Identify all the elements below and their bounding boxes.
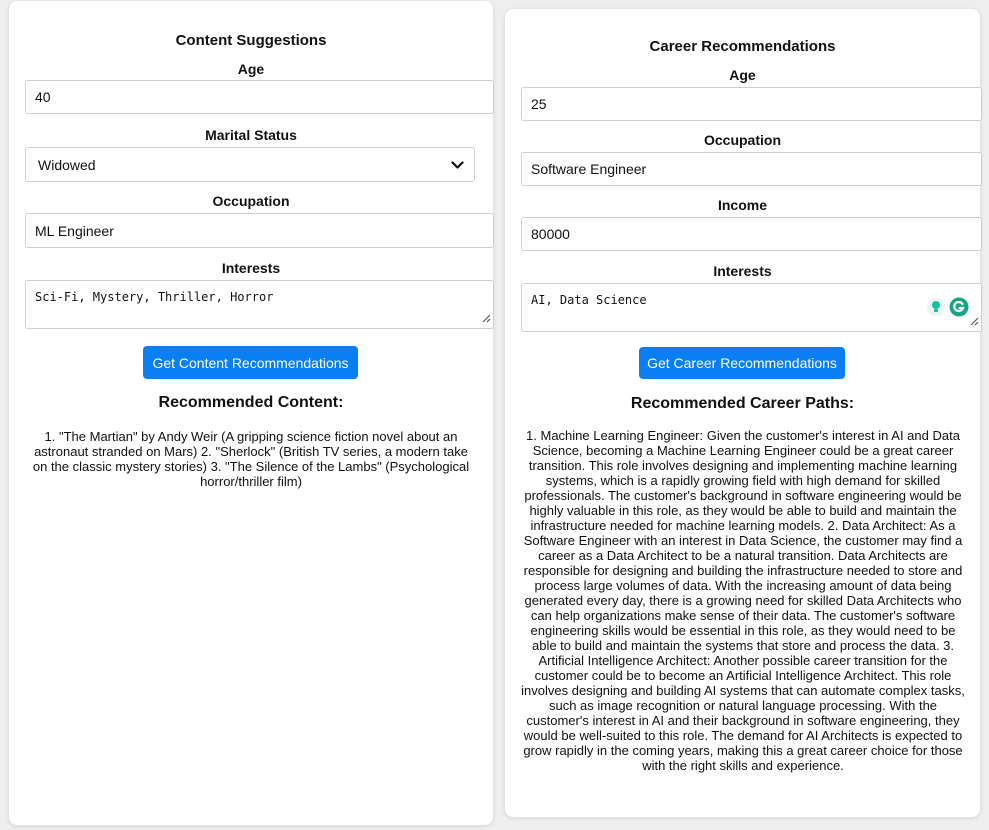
occupation-label: Occupation: [212, 193, 290, 209]
chevron-down-icon: [451, 157, 464, 173]
age-input-value: 25: [531, 96, 547, 112]
interests-textarea-value: Sci-Fi, Mystery, Thriller, Horror: [35, 290, 274, 304]
recommended-content-heading: Recommended Content:: [158, 394, 344, 411]
income-input[interactable]: 80000: [521, 217, 982, 251]
age-input[interactable]: 40: [25, 80, 494, 114]
resize-grip-icon[interactable]: [969, 315, 979, 329]
interests-label: Interests: [713, 263, 772, 279]
occupation-input-value: ML Engineer: [35, 222, 114, 239]
recommended-career-paths-text: 1. Machine Learning Engineer: Given the …: [521, 428, 965, 773]
content-suggestions-title: Content Suggestions: [175, 32, 327, 49]
interests-textarea[interactable]: AI, Data Science: [521, 283, 982, 332]
occupation-input[interactable]: Software Engineer: [521, 152, 982, 186]
get-content-recommendations-button[interactable]: Get Content Recommendations: [143, 346, 358, 379]
marital-status-value: Widowed: [38, 156, 96, 173]
occupation-input-value: Software Engineer: [531, 161, 647, 177]
resize-grip-icon[interactable]: [481, 312, 491, 326]
age-input[interactable]: 25: [521, 87, 982, 121]
recommended-career-paths-heading: Recommended Career Paths:: [630, 395, 855, 412]
age-label: Age: [729, 67, 756, 83]
income-input-value: 80000: [531, 226, 570, 242]
content-suggestions-card: Content Suggestions Age 40 Marital Statu…: [9, 1, 494, 825]
recommended-content-text: 1. "The Martian" by Andy Weir (A grippin…: [32, 429, 470, 489]
interests-textarea[interactable]: Sci-Fi, Mystery, Thriller, Horror: [25, 280, 494, 329]
grammarly-bulb-icon[interactable]: [926, 297, 946, 320]
marital-status-select[interactable]: Widowed: [25, 147, 475, 182]
grammarly-widget[interactable]: [926, 297, 969, 320]
interests-textarea-value: AI, Data Science: [531, 293, 647, 307]
grammarly-g-icon[interactable]: [949, 297, 969, 320]
occupation-label: Occupation: [703, 132, 781, 148]
interests-label: Interests: [221, 260, 281, 276]
occupation-input[interactable]: ML Engineer: [25, 213, 494, 248]
marital-status-label: Marital Status: [205, 127, 297, 143]
get-career-recommendations-button[interactable]: Get Career Recommendations: [639, 347, 845, 379]
age-input-value: 40: [35, 89, 51, 105]
career-recommendations-card: Career Recommendations Age 25 Occupation…: [505, 9, 982, 817]
age-label: Age: [237, 61, 265, 77]
income-label: Income: [717, 197, 767, 213]
career-recommendations-title: Career Recommendations: [649, 38, 836, 55]
